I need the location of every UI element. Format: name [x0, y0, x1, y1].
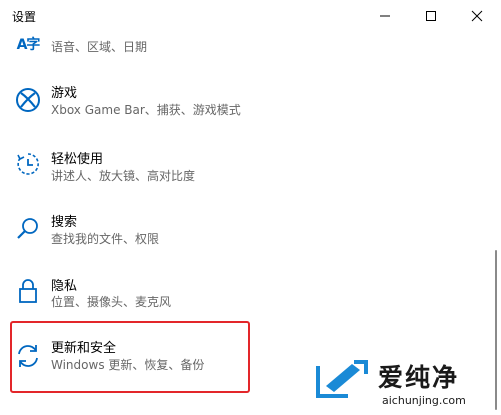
minimize-button[interactable]	[362, 0, 408, 32]
watermark-logo-icon	[316, 360, 368, 398]
settings-item-desc: 位置、摄像头、麦克风	[51, 295, 172, 309]
window-title: 设置	[12, 10, 37, 24]
settings-item-search[interactable]: 搜索 查找我的文件、权限	[10, 209, 250, 269]
settings-item-title: 游戏	[51, 86, 78, 101]
settings-item-desc: 讲述人、放大镜、高对比度	[51, 169, 196, 183]
settings-item-title: 搜索	[51, 215, 78, 230]
ease-of-access-icon	[14, 150, 42, 178]
maximize-button[interactable]	[408, 0, 454, 32]
xbox-icon	[14, 86, 42, 114]
maximize-icon	[426, 11, 436, 21]
settings-item-ease-of-access[interactable]: 轻松使用 讲述人、放大镜、高对比度	[10, 144, 250, 204]
minimize-icon	[380, 15, 390, 17]
close-icon	[471, 10, 483, 22]
watermark-text: 爱纯净	[378, 363, 460, 392]
settings-item-gaming[interactable]: 游戏 Xbox Game Bar、捕获、游戏模式	[10, 78, 250, 138]
settings-item-desc: 语音、区域、日期	[51, 40, 148, 54]
watermark-url: aichunjing.com	[382, 394, 466, 407]
search-icon	[14, 215, 42, 243]
settings-item-desc: 查找我的文件、权限	[51, 232, 160, 246]
settings-item-title: 隐私	[51, 279, 78, 294]
lock-icon	[14, 277, 42, 305]
watermark: 爱纯净 aichunjing.com	[300, 352, 500, 414]
settings-item-desc: Xbox Game Bar、捕获、游戏模式	[51, 103, 241, 117]
highlight-box	[10, 321, 250, 393]
close-button[interactable]	[454, 0, 500, 32]
language-icon: A字	[16, 37, 41, 53]
settings-item-title: 轻松使用	[51, 152, 104, 167]
